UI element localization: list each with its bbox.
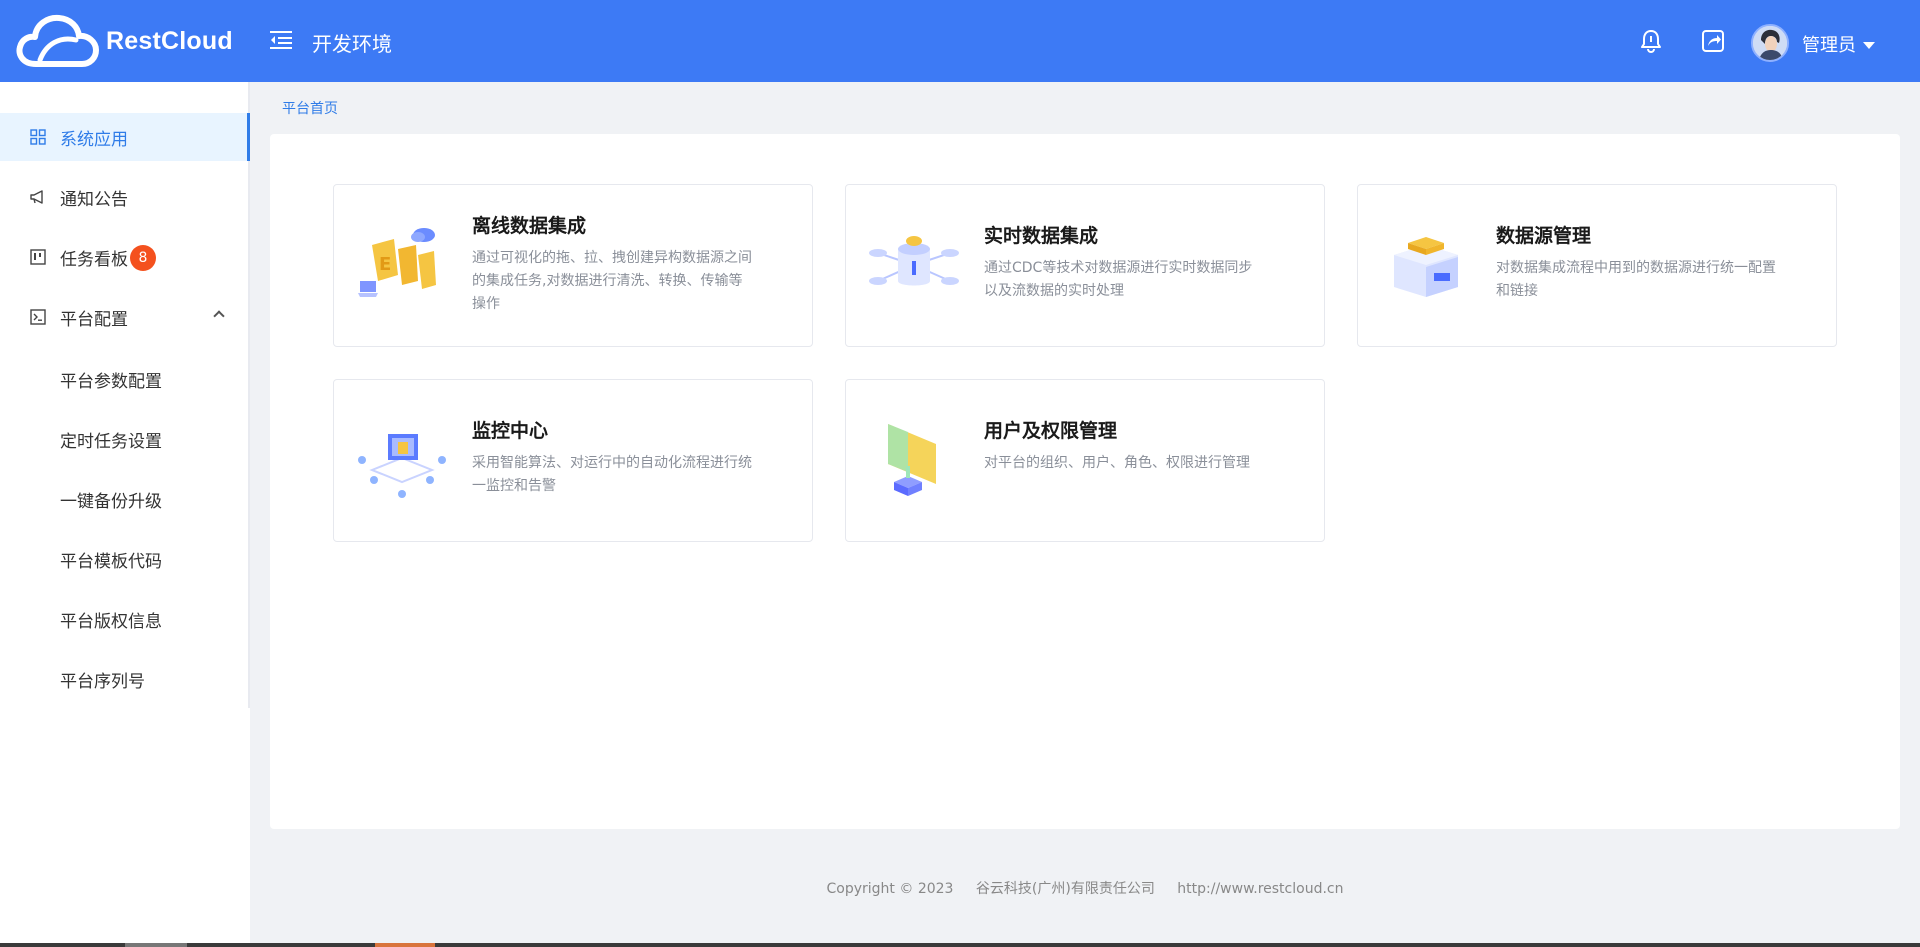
svg-text:E: E: [379, 254, 391, 275]
cloud-logo-icon: [16, 14, 99, 67]
avatar-portrait-icon: [1753, 26, 1787, 60]
card-monitoring-center[interactable]: 监控中心 采用智能算法、对运行中的自动化流程进行统一监控和告警: [333, 379, 813, 542]
footer-copyright: Copyright © 2023: [826, 881, 954, 897]
menu-fold-icon[interactable]: [270, 30, 292, 50]
card-description: 通过可视化的拖、拉、拽创建异构数据源之间的集成任务,对数据进行清洗、转换、传输等…: [472, 250, 752, 312]
share-icon[interactable]: [1700, 28, 1726, 54]
sidebar-subitem-template-code[interactable]: 平台模板代码: [60, 547, 162, 572]
terminal-icon: [30, 309, 46, 325]
sidebar-item-label: 通知公告: [60, 189, 128, 210]
footer-url[interactable]: http://www.restcloud.cn: [1177, 881, 1343, 897]
card-offline-integration[interactable]: E 离线数据集成 通过可视化的拖、拉、拽创建异构数据源之间的集成任务,对数据进行…: [333, 184, 813, 347]
caret-down-icon[interactable]: [1863, 42, 1875, 49]
footer: Copyright © 2023 谷云科技(广州)有限责任公司 http://w…: [250, 878, 1920, 898]
permission-illustration-icon: [888, 424, 936, 496]
logo[interactable]: RestCloud: [16, 14, 233, 68]
card-title: 用户及权限管理: [984, 420, 1118, 442]
card-description: 对数据集成流程中用到的数据源进行统一配置和链接: [1496, 260, 1776, 299]
realtime-sync-illustration-icon: [869, 236, 959, 286]
env-title: 开发环境: [312, 32, 392, 56]
taskbar-segment-active: [375, 943, 435, 947]
card-title: 监控中心: [472, 420, 549, 442]
top-header: RestCloud 开发环境 管理员: [0, 0, 1920, 82]
chevron-up-icon[interactable]: [213, 310, 225, 322]
card-description: 对平台的组织、用户、角色、权限进行管理: [984, 455, 1250, 471]
sidebar-item-label: 系统应用: [60, 129, 128, 150]
main-panel: E 离线数据集成 通过可视化的拖、拉、拽创建异构数据源之间的集成任务,对数据进行…: [270, 134, 1900, 829]
sidebar-item-platform-config[interactable]: 平台配置: [0, 293, 250, 341]
sidebar-subitem-serial-number[interactable]: 平台序列号: [60, 667, 145, 692]
sidebar-item-label: 平台配置: [60, 309, 128, 330]
sidebar-item-task-board[interactable]: 任务看板 8: [0, 233, 250, 281]
card-description: 通过CDC等技术对数据源进行实时数据同步以及流数据的实时处理: [984, 260, 1253, 299]
card-user-permission-management[interactable]: 用户及权限管理 对平台的组织、用户、角色、权限进行管理: [845, 379, 1325, 542]
sidebar-item-system-apps[interactable]: 系统应用: [0, 113, 250, 161]
taskbar-strip: [0, 943, 1920, 947]
card-realtime-integration[interactable]: 实时数据集成 通过CDC等技术对数据源进行实时数据同步以及流数据的实时处理: [845, 184, 1325, 347]
bell-icon[interactable]: [1638, 28, 1664, 54]
card-title: 离线数据集成: [472, 215, 587, 237]
sidebar-item-label: 任务看板: [60, 249, 128, 270]
sidebar-subitem-param-config[interactable]: 平台参数配置: [60, 367, 162, 392]
card-title: 数据源管理: [1496, 225, 1592, 247]
footer-company: 谷云科技(广州)有限责任公司: [975, 881, 1155, 897]
sidebar-subitem-scheduled-tasks[interactable]: 定时任务设置: [60, 427, 162, 452]
kanban-icon: [30, 249, 46, 265]
task-count-badge: 8: [130, 245, 156, 271]
taskbar-segment: [125, 943, 187, 947]
breadcrumb[interactable]: 平台首页: [282, 98, 338, 118]
logo-text: RestCloud: [106, 26, 233, 55]
monitoring-illustration-icon: [358, 434, 446, 498]
grid-icon: [30, 129, 46, 145]
datasource-illustration-icon: [1394, 237, 1458, 297]
avatar[interactable]: [1751, 24, 1789, 62]
card-description: 采用智能算法、对运行中的自动化流程进行统一监控和告警: [472, 455, 752, 494]
etl-illustration-icon: E: [358, 228, 436, 297]
sidebar-subitem-copyright-info[interactable]: 平台版权信息: [60, 607, 162, 632]
megaphone-icon: [30, 190, 43, 204]
sidebar-subitem-backup-upgrade[interactable]: 一键备份升级: [60, 487, 162, 512]
card-datasource-management[interactable]: 数据源管理 对数据集成流程中用到的数据源进行统一配置和链接: [1357, 184, 1837, 347]
sidebar-item-notices[interactable]: 通知公告: [0, 173, 250, 221]
card-title: 实时数据集成: [984, 225, 1099, 247]
user-name[interactable]: 管理员: [1802, 31, 1856, 57]
